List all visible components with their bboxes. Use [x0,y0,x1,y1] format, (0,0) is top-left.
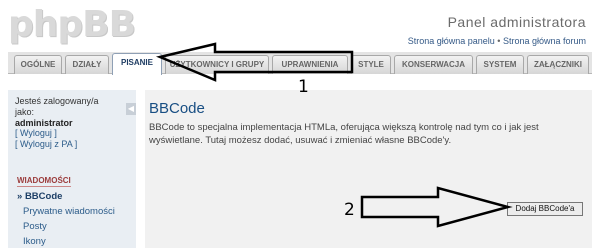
annotation-arrows [155,42,513,228]
arrow-2-icon [360,186,513,228]
annotation-label-1: 1 [298,77,309,97]
arrow-1-icon [155,42,354,82]
annotation-label-2: 2 [344,200,355,220]
